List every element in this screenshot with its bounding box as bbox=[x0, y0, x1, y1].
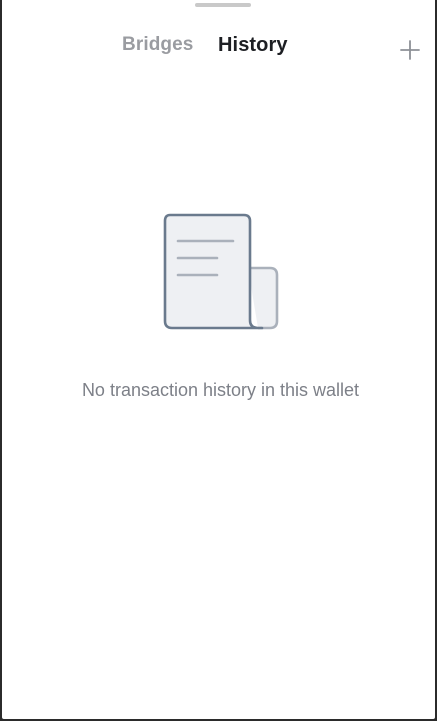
tab-history[interactable]: History bbox=[218, 34, 288, 57]
tab-bar: Bridges History bbox=[2, 34, 435, 64]
empty-state-message: No transaction history in this wallet bbox=[81, 380, 360, 400]
drag-handle[interactable] bbox=[195, 3, 251, 7]
receipt-document-icon bbox=[163, 213, 279, 330]
history-sheet: Bridges History No transaction history i… bbox=[2, 0, 435, 719]
add-button[interactable] bbox=[398, 38, 422, 62]
tab-bridges[interactable]: Bridges bbox=[122, 34, 193, 56]
app-frame: Bridges History No transaction history i… bbox=[0, 0, 437, 721]
empty-state-illustration bbox=[162, 212, 284, 336]
plus-icon bbox=[400, 40, 420, 60]
